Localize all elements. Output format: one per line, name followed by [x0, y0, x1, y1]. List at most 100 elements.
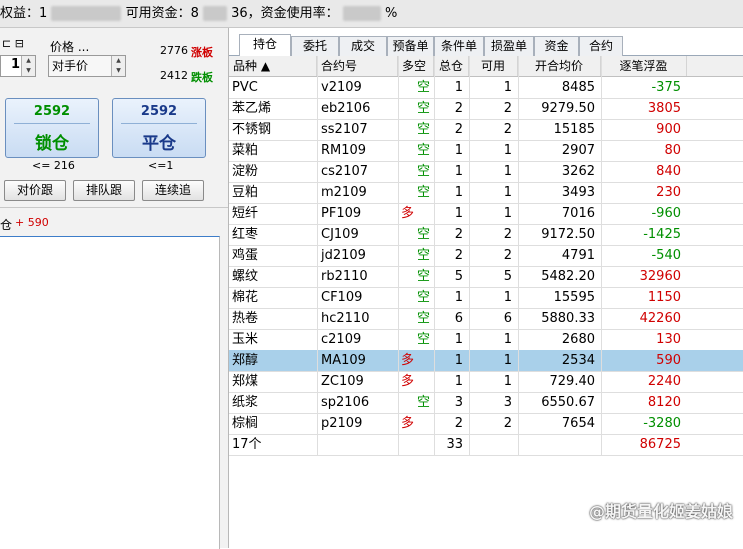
col-available-cell: 1 [503, 143, 512, 158]
quantity-arrows[interactable]: ▲ ▼ [21, 56, 35, 76]
col-direction-cell: 空 [416, 164, 430, 179]
col-direction-cell: 空 [416, 248, 430, 263]
table-row[interactable]: 玉米 c2109 空 1 1 2680 130 [229, 329, 743, 351]
col-contract-cell: ZC109 [321, 374, 364, 389]
table-row[interactable]: 郑醇 MA109 多 1 1 2534 590 [229, 350, 743, 372]
continuous-chase-button[interactable]: 连续追 [142, 180, 204, 201]
col-floating-pnl-cell: 3805 [647, 101, 681, 116]
redacted-equity [51, 6, 122, 21]
tab-pending[interactable]: 预备单 [387, 36, 434, 56]
table-row[interactable]: 郑煤 ZC109 多 1 1 729.40 2240 [229, 371, 743, 393]
percent-sign: % [384, 6, 398, 21]
lock-price: 2592 [14, 104, 90, 124]
close-position-button[interactable]: 2592 平仓 [112, 98, 206, 158]
col-available-header[interactable]: 可用 [469, 56, 518, 76]
col-contract-cell: rb2110 [321, 269, 368, 284]
table-row[interactable]: 红枣 CJ109 空 2 2 9172.50 -1425 [229, 224, 743, 246]
col-available-cell: 1 [503, 353, 512, 368]
equity-label: 权益：1 [0, 6, 48, 21]
table-row[interactable]: 棕榈 p2109 多 2 2 7654 -3280 [229, 413, 743, 435]
close-label: 平仓 [142, 134, 176, 154]
col-symbol-header[interactable]: 品种 ▲ [229, 56, 317, 76]
col-available-cell: 1 [503, 332, 512, 347]
col-contract-cell: RM109 [321, 143, 367, 158]
col-contract-cell: eb2106 [321, 101, 371, 116]
table-row[interactable]: 鸡蛋 jd2109 空 2 2 4791 -540 [229, 245, 743, 267]
table-row[interactable]: 短纤 PF109 多 1 1 7016 -960 [229, 203, 743, 225]
col-total-cell: 2 [454, 122, 463, 137]
table-row[interactable]: 纸浆 sp2106 空 3 3 6550.67 8120 [229, 392, 743, 414]
redacted-funds [202, 6, 227, 21]
tab-orders[interactable]: 委托 [291, 36, 339, 56]
col-avg-price-cell: 2907 [561, 143, 595, 158]
down-arrow-icon[interactable]: ▼ [22, 66, 35, 76]
col-available-cell: 1 [503, 164, 512, 179]
table-row[interactable]: 淀粉 cs2107 空 1 1 3262 840 [229, 161, 743, 183]
col-symbol-cell: 淀粉 [232, 164, 259, 179]
close-limit-note: <=1 [148, 159, 174, 172]
col-floating-pnl-cell: 130 [656, 332, 681, 347]
table-row[interactable]: PVC v2109 空 1 1 8485 -375 [229, 77, 743, 99]
tab-contracts[interactable]: 合约 [579, 36, 623, 56]
down-arrow-icon[interactable]: ▼ [112, 66, 125, 76]
col-total-cell: 1 [454, 374, 463, 389]
col-available-cell: 2 [503, 416, 512, 431]
follow-counter-button[interactable]: 对价跟 [4, 180, 66, 201]
col-floating-pnl-cell: 1150 [647, 290, 681, 305]
col-total-header[interactable]: 总仓 [434, 56, 469, 76]
funds-usage-label: 36，资金使用率： [231, 6, 339, 21]
col-total-cell: 1 [454, 143, 463, 158]
col-direction-cell: 空 [416, 143, 430, 158]
col-available-cell: 3 [503, 395, 512, 410]
price-type-stepper[interactable]: 对手价 ▲ ▼ [48, 55, 126, 77]
table-row[interactable]: 菜粕 RM109 空 1 1 2907 80 [229, 140, 743, 162]
tab-conditional[interactable]: 条件单 [434, 36, 484, 56]
limit-down-label: 跌板 [191, 71, 213, 84]
tab-positions[interactable]: 持仓 [239, 34, 291, 57]
col-contract-header[interactable]: 合约号 [317, 56, 398, 76]
account-status-bar: 权益：1 可用资金：8 36，资金使用率： % [0, 0, 743, 28]
col-symbol-cell: 郑煤 [232, 374, 259, 389]
window-icon[interactable]: ⊏ ⊟ [2, 37, 24, 50]
col-direction-cell: 空 [416, 101, 430, 116]
col-avg-price-cell: 8485 [561, 80, 595, 95]
col-avg-price-header[interactable]: 开合均价 [518, 56, 601, 76]
col-avg-price-cell: 9279.50 [541, 101, 595, 116]
col-symbol-cell: 豆粕 [232, 185, 259, 200]
table-row[interactable]: 不锈钢 ss2107 空 2 2 15185 900 [229, 119, 743, 141]
price-type-arrows[interactable]: ▲ ▼ [111, 56, 125, 76]
col-total-cell: 1 [454, 290, 463, 305]
col-avg-price-cell: 5482.20 [541, 269, 595, 284]
table-row[interactable]: 豆粕 m2109 空 1 1 3493 230 [229, 182, 743, 204]
col-total-cell: 6 [454, 311, 463, 326]
table-row[interactable]: 棉花 CF109 空 1 1 15595 1150 [229, 287, 743, 309]
col-avg-price-cell: 4791 [561, 248, 595, 263]
table-row[interactable]: 热卷 hc2110 空 6 6 5880.33 42260 [229, 308, 743, 330]
col-contract-cell: CJ109 [321, 227, 359, 242]
up-arrow-icon[interactable]: ▲ [112, 56, 125, 66]
tab-bar: 持仓 委托 成交 预备单 条件单 损盈单 资金 合约 [229, 34, 743, 57]
col-contract-cell: p2109 [321, 416, 363, 431]
col-direction-header[interactable]: 多空 [398, 56, 434, 76]
up-arrow-icon[interactable]: ▲ [22, 56, 35, 66]
col-direction-cell: 空 [416, 395, 430, 410]
tab-stop-profit[interactable]: 损盈单 [484, 36, 534, 56]
col-floating-pnl-cell: 230 [656, 185, 681, 200]
col-available-cell: 2 [503, 122, 512, 137]
tab-trades[interactable]: 成交 [339, 36, 387, 56]
table-row[interactable]: 螺纹 rb2110 空 5 5 5482.20 32960 [229, 266, 743, 288]
col-floating-pnl-header[interactable]: 逐笔浮盈 [601, 56, 687, 76]
available-funds-label: 可用资金：8 [125, 6, 199, 21]
quantity-stepper[interactable]: 1 ▲ ▼ [0, 55, 36, 77]
col-available-cell: 6 [503, 311, 512, 326]
col-avg-price-cell: 2680 [561, 332, 595, 347]
col-symbol-cell: PVC [232, 80, 258, 95]
col-avg-price-cell: 729.40 [549, 374, 596, 389]
grid-line [434, 56, 435, 455]
lock-position-button[interactable]: 2592 锁仓 [5, 98, 99, 158]
col-contract-cell: ss2107 [321, 122, 368, 137]
table-row[interactable]: 苯乙烯 eb2106 空 2 2 9279.50 3805 [229, 98, 743, 120]
follow-queue-button[interactable]: 排队跟 [73, 180, 135, 201]
col-contract-cell: v2109 [321, 80, 362, 95]
tab-funds[interactable]: 资金 [534, 36, 579, 56]
